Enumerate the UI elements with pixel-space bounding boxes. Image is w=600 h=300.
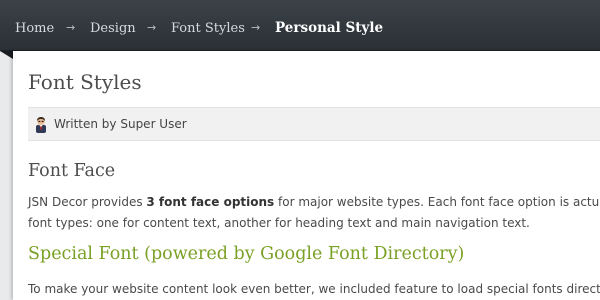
section-heading: Font Face [28, 161, 116, 181]
paragraph: JSN Decor provides 3 font face options f… [28, 192, 600, 234]
paragraph: To make your website content look even b… [28, 282, 600, 296]
breadcrumb-item-home[interactable]: Home [15, 0, 54, 51]
breadcrumb-item-design[interactable]: Design [90, 0, 136, 51]
paragraph-line: JSN Decor provides 3 font face options f… [28, 192, 600, 213]
special-font-heading: Special Font (powered by Google Font Dir… [28, 244, 465, 264]
paragraph-text: for major website types. Each font face … [274, 195, 600, 209]
breadcrumb-item-font-styles[interactable]: Font Styles [171, 0, 245, 51]
breadcrumb-separator-icon: → [66, 21, 76, 34]
author-name: Written by Super User [54, 117, 187, 131]
breadcrumb-separator-icon: → [147, 21, 157, 34]
paragraph-line: font types: one for content text, anothe… [28, 216, 530, 230]
page-title: Font Styles [28, 70, 142, 94]
author-bar: Written by Super User [28, 107, 600, 141]
page-fold-shadow [0, 51, 13, 59]
user-avatar-icon [36, 117, 46, 133]
paragraph-bold-text: 3 font face options [146, 195, 275, 209]
breadcrumb-separator-icon: → [251, 21, 261, 34]
paragraph-text: JSN Decor provides [28, 195, 147, 209]
breadcrumb: Home → Design → Font Styles → Personal S… [0, 0, 600, 51]
breadcrumb-current: Personal Style [275, 20, 384, 36]
